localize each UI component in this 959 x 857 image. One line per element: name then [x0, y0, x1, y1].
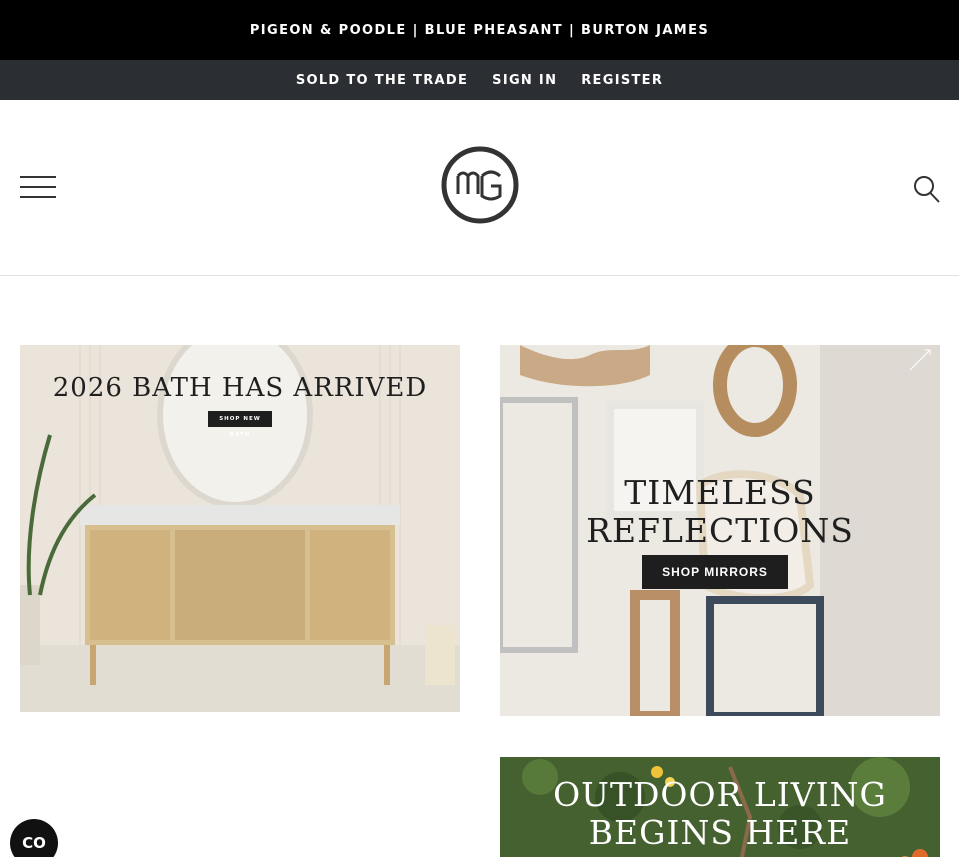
promo-outdoor[interactable]: OUTDOOR LIVING BEGINS HERE: [500, 757, 940, 857]
chat-widget-button[interactable]: CO: [10, 819, 58, 857]
promo-mirrors-title-line1: TIMELESS: [624, 473, 816, 512]
shop-new-bath-button[interactable]: SHOP NEW BATH: [208, 411, 272, 438]
promo-outdoor-title-line2: BEGINS HERE: [588, 813, 852, 852]
sign-in-link[interactable]: SIGN IN: [492, 73, 557, 88]
chat-icon: CO: [22, 834, 46, 852]
sold-to-trade-link[interactable]: SOLD TO THE TRADE: [296, 73, 468, 88]
site-header: [0, 100, 959, 276]
trade-bar: SOLD TO THE TRADE SIGN IN REGISTER: [0, 60, 959, 100]
brand-logo[interactable]: [441, 146, 519, 224]
announcement-bar: PIGEON & POODLE | BLUE PHEASANT | BURTON…: [0, 0, 959, 60]
promo-bath-title: 2026 BATH HAS ARRIVED: [52, 373, 428, 403]
announcement-text: PIGEON & POODLE | BLUE PHEASANT | BURTON…: [249, 22, 710, 38]
register-link[interactable]: REGISTER: [581, 73, 663, 88]
shop-mirrors-button[interactable]: SHOP MIRRORS: [642, 555, 788, 589]
promo-mirrors[interactable]: TIMELESS REFLECTIONS SHOP MIRRORS: [500, 345, 940, 716]
hamburger-menu-icon[interactable]: [20, 176, 56, 198]
search-icon[interactable]: [913, 174, 941, 204]
promo-bath[interactable]: 2026 BATH HAS ARRIVED SHOP NEW BATH: [20, 345, 460, 712]
promo-mirrors-title-line2: REFLECTIONS: [586, 511, 854, 550]
main-content: 2026 BATH HAS ARRIVED SHOP NEW BATH TIME…: [0, 276, 959, 857]
promo-outdoor-title-line1: OUTDOOR LIVING: [553, 775, 887, 814]
